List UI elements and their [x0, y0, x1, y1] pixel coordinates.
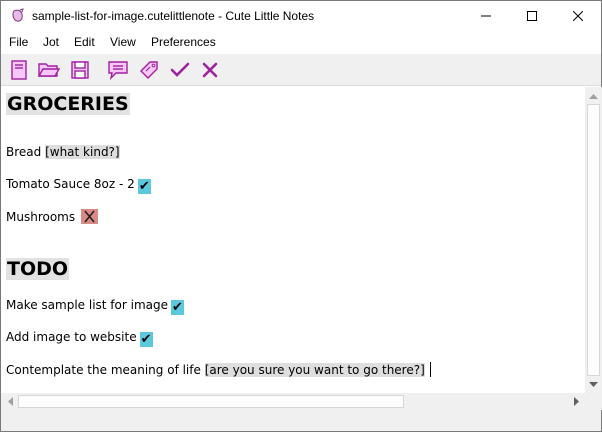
list-item-sample-list: Make sample list for image ✔ [6, 298, 184, 315]
heading-todo: TODO [6, 258, 70, 280]
heading-groceries: GROCERIES [6, 93, 130, 115]
save-disk-icon [71, 61, 89, 79]
annotation-note: [what kind?] [45, 145, 120, 159]
save-button[interactable] [68, 58, 92, 82]
failed-cross-icon [81, 209, 99, 224]
vertical-scrollbar[interactable] [585, 87, 602, 393]
open-button[interactable] [37, 58, 61, 82]
arrow-up-icon [589, 93, 598, 99]
arrow-right-icon [573, 397, 579, 406]
list-item-tomato-sauce: Tomato Sauce 8oz - 2 ✔ [6, 177, 151, 194]
app-window: sample-list-for-image.cutelittlenote - C… [0, 0, 602, 432]
toolbar [1, 54, 601, 86]
cross-icon [202, 62, 218, 78]
list-item-text: Mushrooms [6, 210, 76, 224]
scroll-right-button[interactable] [568, 393, 585, 410]
list-item-contemplate: Contemplate the meaning of life [are you… [6, 362, 431, 377]
menu-view[interactable]: View [110, 35, 136, 49]
new-note-button[interactable] [7, 58, 31, 82]
list-item-mushrooms: Mushrooms [6, 209, 99, 224]
list-item-bread: Bread [what kind?] [6, 145, 120, 159]
arrow-left-icon [7, 397, 13, 406]
arrow-down-icon [589, 381, 598, 387]
app-logo-icon [12, 8, 24, 22]
maximize-button[interactable] [509, 1, 555, 31]
list-item-add-image: Add image to website ✔ [6, 330, 153, 347]
window-title: sample-list-for-image.cutelittlenote - C… [32, 9, 315, 23]
scroll-left-button[interactable] [1, 393, 18, 410]
tag-button[interactable] [137, 58, 161, 82]
add-comment-button[interactable] [106, 58, 130, 82]
menu-file[interactable]: File [9, 35, 28, 49]
minimize-icon [481, 15, 491, 17]
title-bar[interactable]: sample-list-for-image.cutelittlenote - C… [1, 1, 601, 31]
close-button[interactable] [555, 1, 601, 31]
menu-bar: File Jot Edit View Preferences [1, 32, 601, 53]
list-item-text: Tomato Sauce 8oz - 2 [6, 177, 135, 191]
menu-jot[interactable]: Jot [43, 35, 59, 49]
scrollbar-corner [585, 393, 602, 410]
heading-todo-text: TODO [6, 258, 70, 280]
status-strip [1, 410, 601, 431]
list-item-text: Make sample list for image [6, 298, 168, 312]
list-item-text: Add image to website [6, 330, 137, 344]
horizontal-scrollbar[interactable] [1, 393, 585, 410]
scroll-up-button[interactable] [585, 87, 602, 104]
checkmark-icon [170, 62, 190, 77]
open-folder-icon [38, 63, 60, 77]
done-check-icon: ✔ [139, 332, 153, 347]
annotation-note: [are you sure you want to go there?] [204, 363, 425, 377]
text-caret [429, 362, 431, 377]
list-item-text: Contemplate the meaning of life [6, 363, 205, 377]
scroll-down-button[interactable] [585, 376, 602, 393]
note-editor[interactable]: GROCERIES Bread [what kind?] Tomato Sauc… [3, 87, 585, 393]
vertical-scroll-thumb[interactable] [587, 104, 600, 376]
maximize-icon [527, 11, 537, 21]
list-item-text: Bread [6, 145, 46, 159]
tag-icon [140, 61, 158, 79]
menu-edit[interactable]: Edit [74, 35, 95, 49]
mark-done-button[interactable] [168, 58, 192, 82]
done-check-icon: ✔ [137, 179, 151, 194]
close-icon [573, 11, 583, 21]
mark-failed-button[interactable] [198, 58, 222, 82]
comment-bubble-icon [108, 61, 128, 80]
new-note-icon [11, 60, 27, 80]
menu-preferences[interactable]: Preferences [151, 35, 216, 49]
heading-groceries-text: GROCERIES [6, 93, 130, 115]
minimize-button[interactable] [463, 1, 509, 31]
horizontal-scroll-thumb[interactable] [18, 395, 404, 408]
done-check-icon: ✔ [171, 300, 184, 315]
